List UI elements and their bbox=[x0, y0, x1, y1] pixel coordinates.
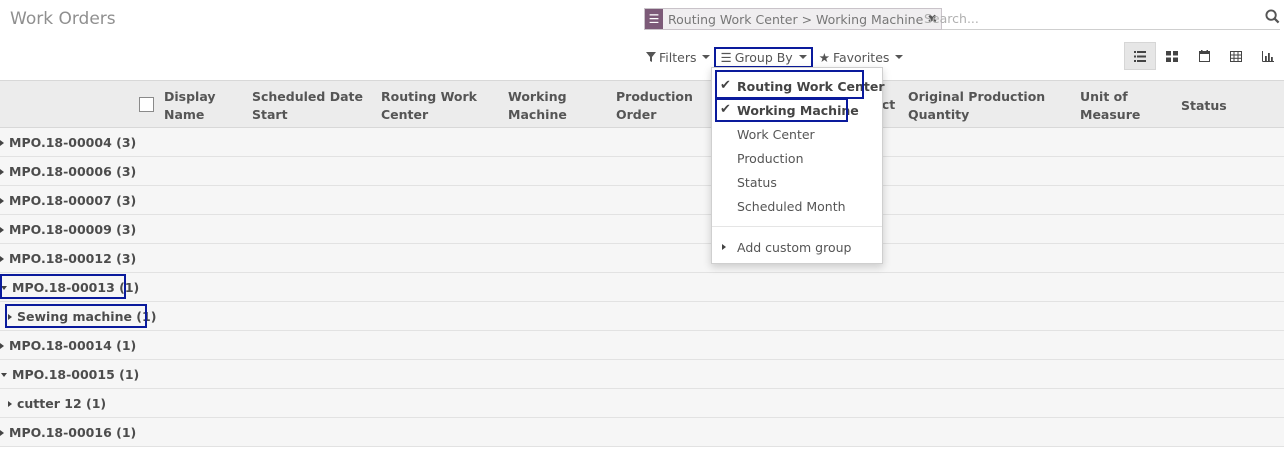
search-facet[interactable]: ☰ Routing Work Center > Working Machine … bbox=[644, 8, 943, 30]
group-by-button[interactable]: ☰ Group By bbox=[714, 46, 813, 68]
list-view-icon bbox=[1134, 50, 1146, 62]
group-row[interactable]: MPO.18-00007 (3) bbox=[0, 186, 1284, 215]
select-all-checkbox[interactable] bbox=[139, 97, 154, 112]
bars-icon: ☰ bbox=[720, 49, 732, 65]
search-input[interactable] bbox=[924, 9, 1254, 27]
column-header-working-machine[interactable]: Working Machine bbox=[508, 88, 567, 124]
graph-view-icon bbox=[1262, 50, 1274, 62]
page-title: Work Orders bbox=[10, 9, 116, 29]
subgroup-row[interactable]: cutter 12 (1) bbox=[0, 389, 1284, 418]
view-switcher bbox=[1124, 42, 1284, 70]
pivot-view-button[interactable] bbox=[1220, 42, 1252, 70]
column-header-status[interactable]: Status bbox=[1181, 97, 1227, 115]
group-row-label: MPO.18-00009 (3) bbox=[9, 222, 137, 237]
group-row-label: MPO.18-00016 (1) bbox=[9, 425, 137, 440]
highlight-box bbox=[0, 274, 126, 299]
group-row[interactable]: MPO.18-00009 (3) bbox=[0, 215, 1284, 244]
column-header-unit-of-measure[interactable]: Unit of Measure bbox=[1080, 88, 1140, 124]
highlight-box bbox=[5, 304, 147, 328]
group-row-label: MPO.18-00007 (3) bbox=[9, 193, 137, 208]
list-view-button[interactable] bbox=[1124, 42, 1156, 70]
add-custom-group-button[interactable]: Add custom group bbox=[737, 240, 851, 255]
pivot-view-icon bbox=[1230, 50, 1242, 62]
search-facet-label: Routing Work Center > Working Machine bbox=[668, 11, 924, 27]
group-facet-icon: ☰ bbox=[645, 9, 663, 29]
caret-right-icon bbox=[0, 198, 4, 204]
subgroup-row[interactable]: Sewing machine (1) bbox=[0, 302, 1284, 331]
calendar-view-icon bbox=[1198, 50, 1210, 62]
caret-right-icon bbox=[8, 401, 12, 407]
menu-item-scheduled-month[interactable]: Scheduled Month bbox=[737, 199, 846, 214]
table-header: Display Name Scheduled Date Start Routing … bbox=[0, 80, 1284, 128]
caret-right-icon bbox=[0, 140, 4, 146]
group-row[interactable]: MPO.18-00015 (1) bbox=[0, 360, 1284, 389]
menu-divider bbox=[712, 226, 882, 227]
caret-down-icon bbox=[895, 55, 904, 59]
column-header-routing-work-center[interactable]: Routing Work Center bbox=[381, 88, 477, 124]
caret-down-icon bbox=[702, 55, 711, 59]
caret-right-icon bbox=[0, 430, 4, 436]
caret-down-icon bbox=[1, 373, 7, 377]
star-icon: ★ bbox=[818, 49, 830, 65]
group-row[interactable]: MPO.18-00006 (3) bbox=[0, 157, 1284, 186]
kanban-view-icon bbox=[1166, 50, 1178, 62]
column-header-display-name[interactable]: Display Name bbox=[164, 88, 216, 124]
column-header-production-order[interactable]: Production Order bbox=[616, 88, 693, 124]
group-row-label: MPO.18-00015 (1) bbox=[12, 367, 140, 382]
caret-right-icon bbox=[722, 244, 726, 250]
filters-label: Filters bbox=[659, 49, 697, 65]
group-row[interactable]: MPO.18-00016 (1) bbox=[0, 418, 1284, 447]
caret-down-icon bbox=[798, 55, 807, 59]
group-row-label: MPO.18-00012 (3) bbox=[9, 251, 137, 266]
caret-right-icon bbox=[0, 169, 4, 175]
kanban-view-button[interactable] bbox=[1156, 42, 1188, 70]
highlight-box bbox=[715, 98, 848, 122]
group-row-label: MPO.18-00014 (1) bbox=[9, 338, 137, 353]
caret-right-icon bbox=[0, 343, 4, 349]
group-row-label: MPO.18-00006 (3) bbox=[9, 164, 137, 179]
highlight-box bbox=[715, 70, 864, 99]
search-bar: ☰ Routing Work Center > Working Machine … bbox=[644, 7, 1280, 30]
favorites-label: Favorites bbox=[832, 49, 890, 65]
subgroup-row-label: cutter 12 (1) bbox=[17, 396, 107, 411]
group-by-label: Group By bbox=[734, 49, 793, 65]
favorites-button[interactable]: ★ Favorites bbox=[817, 50, 906, 65]
group-row-label: MPO.18-00004 (3) bbox=[9, 135, 137, 150]
filters-button[interactable]: Filters bbox=[644, 50, 712, 65]
caret-right-icon bbox=[0, 227, 4, 233]
menu-item-production[interactable]: Production bbox=[737, 151, 804, 166]
graph-view-button[interactable] bbox=[1252, 42, 1284, 70]
column-header-original-production-quantity[interactable]: Original Production Quantity bbox=[908, 88, 1045, 124]
group-row[interactable]: MPO.18-00013 (1) bbox=[0, 273, 1284, 302]
calendar-view-button[interactable] bbox=[1188, 42, 1220, 70]
caret-right-icon bbox=[0, 256, 4, 262]
column-header-scheduled-date-start[interactable]: Scheduled Date Start bbox=[252, 88, 363, 124]
filter-icon bbox=[646, 50, 656, 65]
menu-item-status[interactable]: Status bbox=[737, 175, 777, 190]
search-icon[interactable] bbox=[1265, 9, 1280, 28]
group-by-menu: ✔ Routing Work Center ✔ Working Machine … bbox=[711, 67, 885, 264]
group-row[interactable]: MPO.18-00004 (3) bbox=[0, 128, 1284, 157]
search-options-bar: Filters ☰ Group By ★ Favorites bbox=[644, 46, 905, 68]
group-row[interactable]: MPO.18-00014 (1) bbox=[0, 331, 1284, 360]
group-row[interactable]: MPO.18-00012 (3) bbox=[0, 244, 1284, 273]
menu-item-work-center[interactable]: Work Center bbox=[737, 127, 815, 142]
